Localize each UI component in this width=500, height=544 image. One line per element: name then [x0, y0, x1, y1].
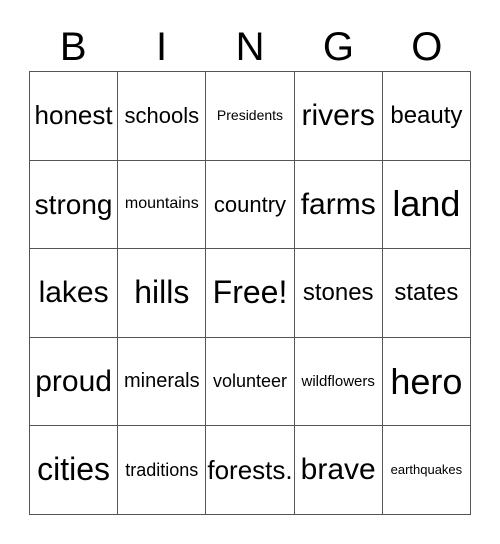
bingo-header-letter-b: B	[59, 24, 87, 69]
bingo-cell[interactable]: hero	[382, 337, 471, 427]
bingo-cell[interactable]: wildflowers	[294, 337, 383, 427]
bingo-cell[interactable]: farms	[294, 160, 383, 250]
bingo-header-letter-o: O	[411, 24, 443, 69]
bingo-cell[interactable]: schools	[118, 72, 207, 161]
bingo-cell-label: hills	[134, 274, 190, 311]
bingo-cell[interactable]: country	[206, 160, 295, 250]
bingo-cell-label: hero	[390, 360, 463, 402]
bingo-cell-label: volunteer	[212, 371, 288, 392]
bingo-cell-label: traditions	[125, 459, 199, 480]
bingo-cell[interactable]: traditions	[118, 426, 207, 515]
bingo-header-row: B I N G O	[29, 22, 471, 71]
bingo-cell-label: Presidents	[216, 107, 284, 124]
bingo-cell-label: mountains	[124, 194, 199, 212]
bingo-cell-label: minerals	[124, 370, 200, 393]
bingo-cell-label: schools	[124, 103, 200, 129]
bingo-cell-label: states	[394, 279, 459, 307]
bingo-cell-label: honest	[34, 100, 113, 131]
bingo-cell[interactable]: stones	[294, 249, 383, 338]
bingo-cell[interactable]: honest	[30, 72, 119, 161]
bingo-cell[interactable]: earthquakes	[382, 426, 471, 515]
bingo-cell-label: brave	[300, 453, 376, 487]
bingo-cell[interactable]: brave	[294, 426, 383, 515]
bingo-cell[interactable]: states	[382, 249, 471, 338]
bingo-cell-label: beauty	[390, 102, 463, 130]
bingo-free-space[interactable]: Free!	[206, 249, 295, 338]
bingo-cell-label: farms	[300, 187, 376, 221]
bingo-cell[interactable]: forests.	[206, 426, 295, 515]
bingo-cell-label: stones	[302, 279, 374, 307]
bingo-cell[interactable]: hills	[118, 249, 207, 338]
bingo-cell-label: earthquakes	[390, 462, 463, 478]
bingo-cell[interactable]: proud	[30, 337, 119, 427]
bingo-grid: honest schools Presidents rivers beauty …	[29, 71, 471, 515]
bingo-cell-label: cities	[37, 451, 111, 488]
bingo-cell[interactable]: rivers	[294, 72, 383, 161]
bingo-cell[interactable]: strong	[30, 160, 119, 250]
bingo-cell-label: wildflowers	[301, 372, 375, 390]
bingo-card: B I N G O honest schools Presidents rive…	[0, 0, 500, 544]
bingo-cell[interactable]: volunteer	[206, 337, 295, 427]
bingo-cell[interactable]: mountains	[118, 160, 207, 250]
bingo-cell-label: strong	[34, 188, 113, 220]
bingo-cell-label: proud	[35, 364, 112, 398]
bingo-header-letter-i: I	[156, 24, 168, 69]
bingo-cell[interactable]: Presidents	[206, 72, 295, 161]
bingo-cell[interactable]: land	[382, 160, 471, 250]
bingo-cell[interactable]: lakes	[30, 249, 119, 338]
bingo-cell-label: lakes	[38, 276, 109, 310]
bingo-cell-label: forests.	[207, 454, 293, 485]
bingo-header-letter-g: G	[322, 24, 354, 69]
bingo-cell-label: country	[213, 191, 287, 217]
bingo-cell-label: rivers	[301, 99, 375, 133]
bingo-cell[interactable]: minerals	[118, 337, 207, 427]
bingo-cell[interactable]: beauty	[382, 72, 471, 161]
bingo-cell-label: land	[392, 183, 461, 225]
bingo-cell[interactable]: cities	[30, 426, 119, 515]
bingo-header-letter-n: N	[235, 24, 265, 69]
bingo-free-space-label: Free!	[212, 274, 288, 311]
